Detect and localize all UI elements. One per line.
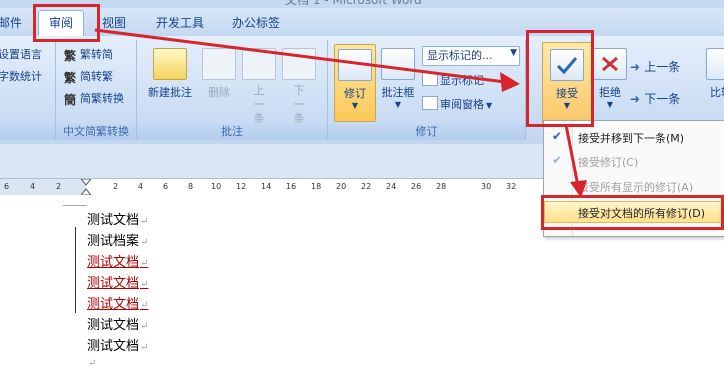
arrow-accept-to-accept-all: [564, 124, 587, 198]
annotation-arrows: [94, 28, 587, 198]
arrow-review-to-accept: [94, 28, 520, 92]
